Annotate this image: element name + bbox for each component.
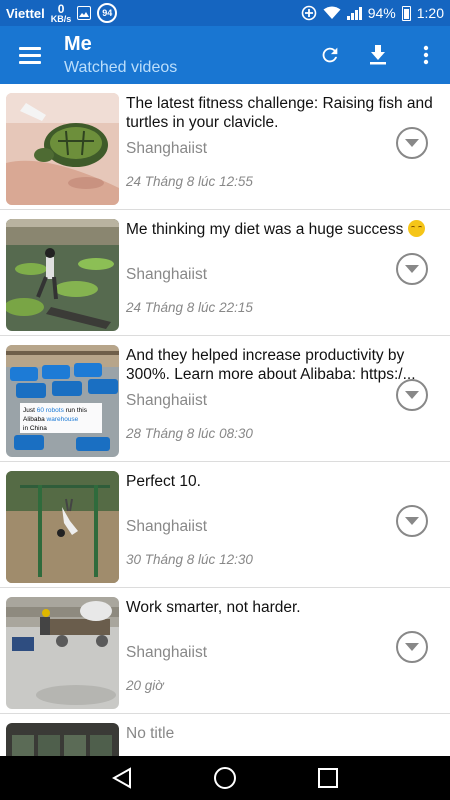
clock: 1:20 — [416, 5, 444, 21]
chevron-down-icon — [405, 643, 419, 651]
navigation-menu-button[interactable] — [0, 26, 60, 84]
video-thumbnail[interactable]: Just 60 robots run this Alibaba warehous… — [6, 345, 119, 457]
video-thumbnail[interactable] — [6, 471, 119, 583]
video-title: Work smarter, not harder. — [126, 599, 301, 616]
video-list-item[interactable]: The latest fitness challenge: Raising fi… — [0, 84, 450, 210]
back-triangle-icon — [111, 767, 131, 789]
carrier-name: Viettel — [6, 5, 45, 21]
download-button[interactable] — [354, 26, 402, 84]
video-title: And they helped increase productivity by… — [126, 347, 416, 383]
refresh-button[interactable] — [306, 26, 354, 84]
watched-date: 20 giờ — [126, 678, 164, 693]
svg-text:in China: in China — [23, 425, 47, 432]
video-uploader: Shanghaiist — [126, 518, 208, 535]
more-vert-icon — [423, 45, 429, 65]
status-bar: Viettel 0 KB/s 94 94% 1:20 — [0, 0, 450, 26]
notification-badge: 94 — [97, 3, 118, 23]
video-title: Me thinking my diet was a huge success — [126, 220, 444, 239]
home-circle-icon — [213, 767, 236, 789]
video-list-item[interactable]: Perfect 10. Shanghaiist 30 Tháng 8 lúc 1… — [0, 462, 450, 588]
video-uploader: Shanghaiist — [126, 392, 208, 409]
download-icon — [370, 45, 386, 65]
watched-videos-list[interactable]: The latest fitness challenge: Raising fi… — [0, 84, 450, 756]
video-list-item[interactable]: Me thinking my diet was a huge success S… — [0, 210, 450, 336]
chevron-down-icon — [405, 139, 419, 147]
signal-icon — [346, 6, 362, 20]
network-speed: 0 KB/s — [50, 1, 72, 24]
hamburger-menu-icon — [19, 47, 41, 64]
svg-text:Alibaba warehouse: Alibaba warehouse — [23, 416, 79, 423]
battery-icon — [401, 5, 411, 21]
video-list-item[interactable]: Work smarter, not harder. Shanghaiist 20… — [0, 588, 450, 714]
battery-percent: 94% — [367, 5, 396, 21]
page-subtitle: Watched videos — [64, 59, 178, 76]
system-navigation-bar — [0, 756, 450, 800]
video-list-item[interactable]: No title — [0, 714, 450, 756]
video-uploader: Shanghaiist — [126, 644, 208, 661]
video-title: No title — [126, 725, 175, 742]
video-thumbnail[interactable] — [6, 597, 119, 709]
item-options-button[interactable] — [396, 127, 428, 159]
chevron-down-icon — [405, 265, 419, 273]
video-list-item[interactable]: Just 60 robots run this Alibaba warehous… — [0, 336, 450, 462]
smiling-face-emoji — [407, 220, 425, 237]
svg-text:Just 60 robots run this: Just 60 robots run this — [23, 407, 88, 414]
watched-date: 24 Tháng 8 lúc 12:55 — [126, 174, 253, 189]
watched-date: 24 Tháng 8 lúc 22:15 — [126, 300, 253, 315]
recents-button[interactable] — [308, 758, 348, 798]
app-toolbar: Me Watched videos — [0, 26, 450, 84]
video-thumbnail[interactable] — [6, 219, 119, 331]
gallery-notification-icon — [77, 6, 92, 20]
recents-square-icon — [318, 768, 339, 788]
video-uploader: Shanghaiist — [126, 140, 208, 157]
item-options-button[interactable] — [396, 253, 428, 285]
wifi-icon — [323, 6, 341, 19]
item-options-button[interactable] — [396, 505, 428, 537]
data-saver-icon — [301, 5, 317, 21]
page-title: Me — [64, 33, 92, 55]
video-title: The latest fitness challenge: Raising fi… — [126, 95, 433, 131]
refresh-icon — [322, 47, 338, 63]
chevron-down-icon — [405, 517, 419, 525]
back-button[interactable] — [102, 758, 142, 798]
item-options-button[interactable] — [396, 631, 428, 663]
overflow-menu-button[interactable] — [402, 26, 450, 84]
watched-date: 30 Tháng 8 lúc 12:30 — [126, 552, 253, 567]
video-thumbnail[interactable] — [6, 723, 119, 756]
watched-date: 28 Tháng 8 lúc 08:30 — [126, 426, 253, 441]
video-title: Perfect 10. — [126, 473, 201, 490]
item-options-button[interactable] — [396, 379, 428, 411]
video-thumbnail[interactable] — [6, 93, 119, 205]
chevron-down-icon — [405, 391, 419, 399]
home-button[interactable] — [205, 758, 245, 798]
video-uploader: Shanghaiist — [126, 266, 208, 283]
